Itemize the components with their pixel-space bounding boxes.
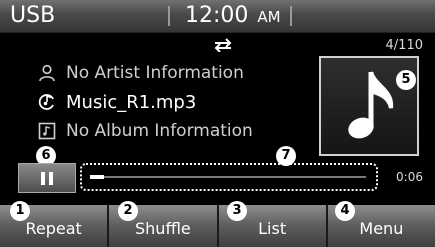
callout-list: 3	[227, 201, 247, 221]
title-line: Music_R1.mp3	[38, 91, 196, 113]
track-counter: 4/110	[385, 38, 423, 53]
repeat-icon	[214, 38, 232, 52]
music-file-icon	[38, 94, 54, 110]
clock-ampm: AM	[257, 8, 281, 26]
artist-name: No Artist Information	[66, 63, 244, 83]
clock: 12:00 AM	[185, 2, 281, 31]
artist-line: No Artist Information	[38, 62, 244, 84]
callout-repeat: 1	[10, 201, 30, 221]
repeat-button-label: Repeat	[25, 218, 82, 238]
callout-shuffle: 2	[118, 201, 138, 221]
progress-track[interactable]	[90, 175, 366, 179]
album-name: No Album Information	[66, 121, 253, 141]
person-icon	[39, 64, 55, 82]
album-line: No Album Information	[38, 120, 253, 142]
callout-menu: 4	[335, 201, 355, 221]
music-note-icon	[348, 71, 394, 139]
elapsed-time: 0:06	[396, 170, 423, 184]
album-icon	[38, 122, 56, 140]
status-divider	[168, 6, 170, 26]
shuffle-button-label: Shuffle	[135, 218, 191, 238]
list-button-label: List	[258, 218, 287, 238]
menu-button-label: Menu	[359, 218, 404, 238]
pause-icon	[41, 172, 53, 185]
track-title: Music_R1.mp3	[66, 91, 197, 113]
callout-album-art: 5	[396, 70, 416, 90]
progress-fill	[90, 175, 104, 179]
clock-time: 12:00	[185, 3, 249, 28]
progress-bar[interactable]	[80, 163, 378, 191]
pause-button[interactable]	[18, 163, 76, 193]
status-bar: USB 12:00 AM	[0, 0, 435, 33]
media-player-screen: USB 12:00 AM 4/110 No Artist Information…	[0, 0, 435, 247]
bottom-menu-bar: Repeat Shuffle List Menu	[0, 205, 435, 247]
source-label: USB	[10, 3, 56, 28]
status-divider	[290, 6, 292, 26]
